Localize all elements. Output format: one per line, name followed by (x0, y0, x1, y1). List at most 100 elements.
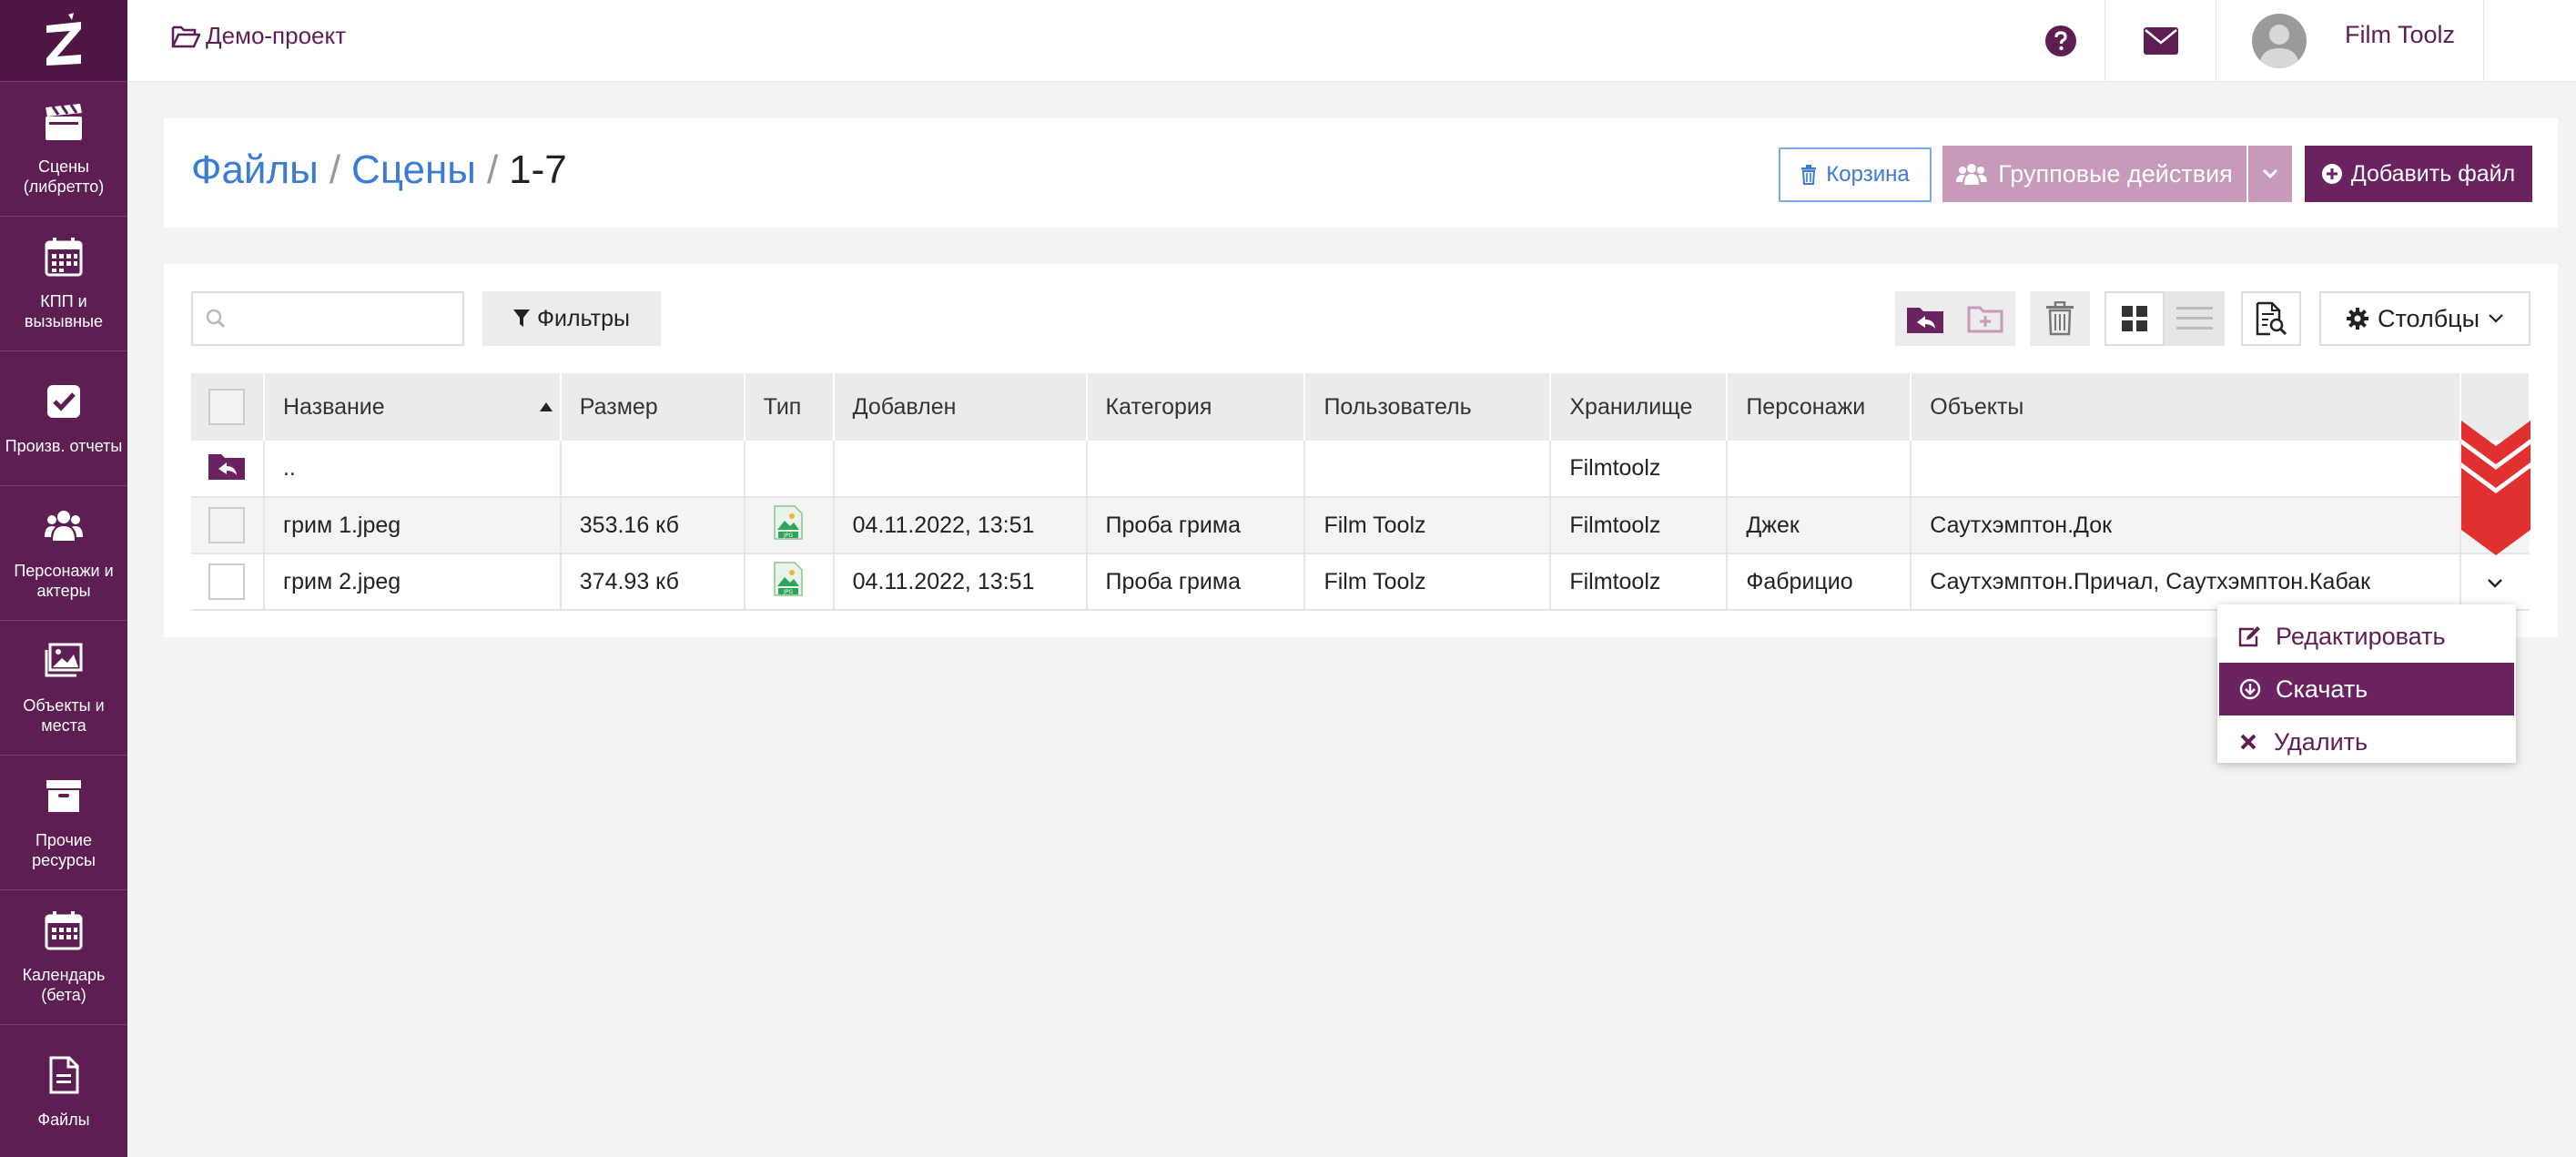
user-silhouette-icon (2259, 25, 2299, 68)
users-icon (1956, 164, 1988, 185)
group-actions-label: Групповые действия (1998, 159, 2233, 188)
row-actions-menu: Редактировать Скачать Удалить (2217, 604, 2516, 763)
sort-ascending-icon (539, 402, 553, 411)
highlight-arrow-icon (2461, 421, 2530, 555)
list-icon (2176, 307, 2213, 330)
filters-label: Фильтры (537, 305, 630, 331)
column-header-user[interactable]: Пользователь (1304, 373, 1552, 441)
chevron-down-icon (2488, 578, 2503, 588)
group-actions-dropdown[interactable] (2246, 146, 2292, 202)
sidebar-item-files[interactable]: Файлы (0, 1025, 127, 1157)
cell-category: Проба грима (1086, 553, 1306, 611)
folder-plus-icon (1967, 306, 2003, 333)
sidebar-item-reports[interactable]: Произв. отчеты (0, 351, 127, 486)
cell-added: 04.11.2022, 13:51 (833, 553, 1088, 611)
cell-name: грим 1.jpeg (263, 497, 562, 554)
user-menu[interactable]: Film Toolz (2252, 0, 2455, 82)
column-header-objects[interactable]: Объекты (1911, 373, 2461, 441)
download-circle-icon (2239, 678, 2261, 700)
breadcrumb-scenes[interactable]: Сцены (351, 147, 476, 192)
menu-delete[interactable]: Удалить (2217, 716, 2516, 768)
sidebar-item-characters[interactable]: Персонажи и актеры (0, 486, 127, 621)
avatar (2252, 14, 2307, 68)
columns-button[interactable]: Столбцы (2319, 291, 2530, 346)
sidebar-item-label: Объекты и места (23, 695, 105, 735)
table-row[interactable]: грим 1.jpeg 353.16 кб JPG 04.11.2022, 13… (191, 497, 2530, 554)
select-all-checkbox[interactable] (208, 389, 246, 425)
top-bar: Демо-проект Film Toolz RU (127, 0, 2576, 82)
jpg-file-icon: JPG (773, 504, 803, 540)
cell-name: грим 2.jpeg (263, 553, 562, 611)
column-header-added[interactable]: Добавлен (833, 373, 1088, 441)
project-name: Демо-проект (206, 22, 347, 49)
column-header-size[interactable]: Размер (560, 373, 745, 441)
document-search-icon (2256, 301, 2287, 336)
jpg-file-icon: JPG (773, 561, 803, 596)
cell-objects: Саутхэмптон.Причал, Саутхэмптон.Кабак (1911, 553, 2461, 611)
file-type-label: JPG (783, 589, 793, 595)
list-view-button[interactable] (2165, 291, 2225, 346)
sidebar-item-calendar[interactable]: Календарь (бета) (0, 890, 127, 1025)
table-row-parent[interactable]: .. Filmtoolz (191, 441, 2530, 498)
cell-size: 353.16 кб (560, 497, 745, 554)
breadcrumb-files[interactable]: Файлы (191, 147, 319, 192)
row-checkbox[interactable] (208, 507, 246, 543)
delete-selected-button[interactable] (2030, 291, 2090, 346)
grid-view-button[interactable] (2104, 291, 2165, 346)
sidebar-item-locations[interactable]: Объекты и места (0, 621, 127, 756)
column-header-type[interactable]: Тип (744, 373, 835, 441)
filters-button[interactable]: Фильтры (482, 291, 661, 346)
folder-up-button[interactable] (1895, 291, 1955, 346)
sidebar-item-label: Календарь (бета) (22, 965, 106, 1004)
grid-icon (2122, 306, 2147, 331)
messages-button[interactable] (2106, 0, 2216, 82)
folder-back-icon (1907, 308, 1943, 333)
archive-icon (46, 779, 81, 812)
cell-size: 374.93 кб (560, 553, 745, 611)
parent-folder-cell[interactable] (191, 441, 265, 498)
add-file-button[interactable]: Добавить файл (2305, 146, 2532, 202)
cell-added: 04.11.2022, 13:51 (833, 497, 1088, 554)
logo-icon (46, 12, 81, 66)
search-box (191, 291, 464, 346)
new-folder-button[interactable] (1955, 291, 2015, 346)
app-logo[interactable] (0, 0, 127, 82)
preview-button[interactable] (2241, 291, 2301, 346)
breadcrumb-separator: / (329, 147, 341, 192)
group-actions-button[interactable]: Групповые действия (1942, 146, 2246, 202)
menu-edit[interactable]: Редактировать (2217, 610, 2516, 663)
clapperboard-icon (46, 103, 82, 140)
trash-icon (1801, 165, 1817, 185)
menu-download-label: Скачать (2276, 675, 2368, 703)
table-header-row: Название Размер Тип Добавлен Категория П… (191, 373, 2531, 441)
row-checkbox[interactable] (208, 563, 246, 600)
sidebar-item-resources[interactable]: Прочие ресурсы (0, 756, 127, 890)
envelope-icon (2144, 27, 2178, 55)
group-actions: Групповые действия (1942, 146, 2292, 202)
folder-open-icon (171, 25, 200, 47)
column-header-name[interactable]: Название (263, 373, 562, 441)
column-header-category[interactable]: Категория (1086, 373, 1306, 441)
user-name: Film Toolz (2345, 20, 2456, 48)
sidebar-item-label: Произв. отчеты (5, 436, 123, 455)
cell-storage: Filmtoolz (1550, 441, 1729, 498)
column-header-characters[interactable]: Персонажи (1727, 373, 1912, 441)
row-actions-toggle[interactable] (2459, 553, 2530, 611)
table-row[interactable]: грим 2.jpeg 374.93 кб JPG 04.11.2022, 13… (191, 553, 2530, 611)
search-input[interactable] (233, 306, 451, 331)
trash-button[interactable]: Корзина (1779, 147, 1932, 202)
calendar-icon (45, 910, 83, 949)
column-header-storage[interactable]: Хранилище (1550, 373, 1729, 441)
sidebar-item-label: Сцены (либретто) (23, 157, 105, 196)
cell-type: JPG (744, 497, 835, 554)
sidebar-item-scenes[interactable]: Сцены (либретто) (0, 82, 127, 217)
menu-delete-label: Удалить (2274, 727, 2368, 756)
cell-type: JPG (744, 553, 835, 611)
column-header-label: Название (282, 393, 385, 420)
help-button[interactable] (2017, 0, 2104, 82)
menu-download[interactable]: Скачать (2219, 663, 2514, 716)
sidebar: Сцены (либретто) КПП и вызывные Произв. … (0, 0, 127, 1157)
project-selector[interactable]: Демо-проект (171, 22, 346, 50)
cell-user: Film Toolz (1304, 497, 1552, 554)
sidebar-item-callsheets[interactable]: КПП и вызывные (0, 217, 127, 351)
